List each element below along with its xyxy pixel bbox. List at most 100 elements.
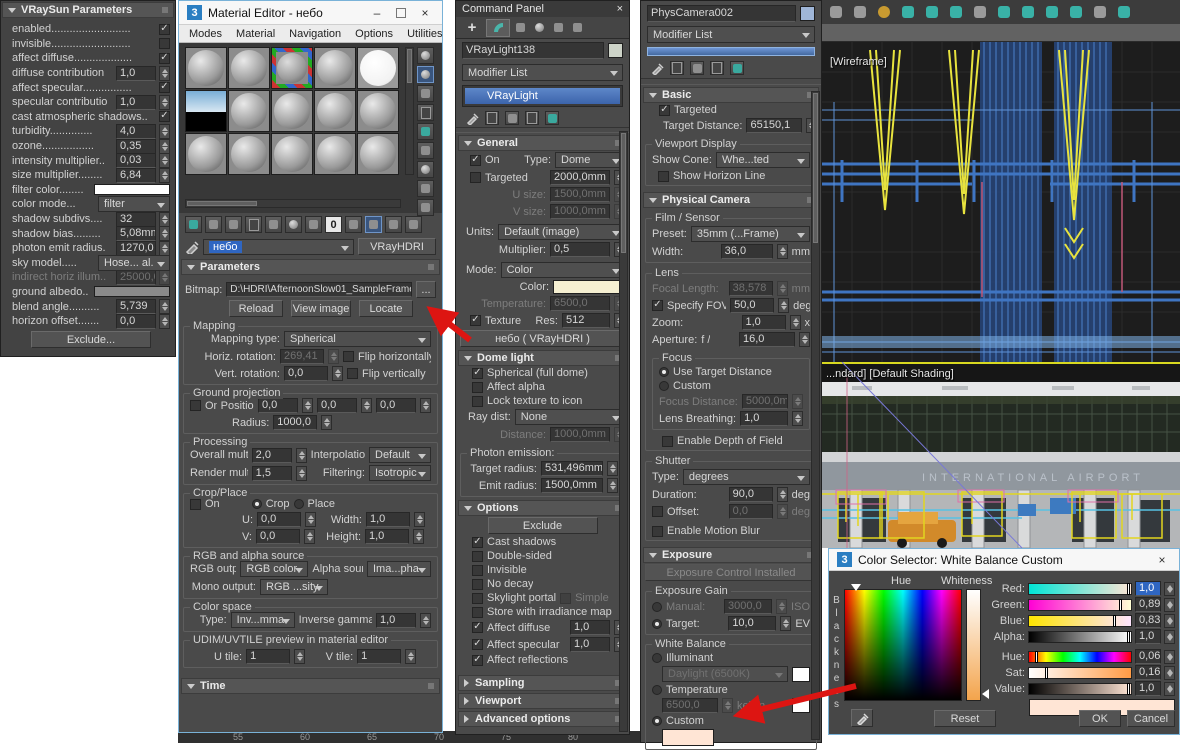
go-to-parent-icon[interactable]	[385, 216, 402, 233]
height-field[interactable]: 1,0	[365, 529, 409, 544]
spinner[interactable]	[414, 512, 425, 527]
viewport-region[interactable]: [Wireframe] INTERNATIONAL AIRPORT	[822, 0, 1180, 548]
mapping-type-dropdown[interactable]: Spherical	[284, 331, 431, 347]
target-length-field[interactable]: 2000,0mm	[550, 170, 610, 185]
affect-diffuse-checkbox[interactable]	[472, 622, 483, 633]
make-preview-icon[interactable]	[417, 142, 434, 159]
spinner[interactable]	[607, 461, 618, 476]
manual-radio[interactable]	[652, 602, 662, 612]
ok-button[interactable]: OK	[1079, 710, 1121, 727]
cancel-button[interactable]: Cancel	[1127, 710, 1175, 727]
physcamera-scrollbar[interactable]	[811, 91, 820, 740]
show-end-result-stack-icon[interactable]	[485, 111, 499, 125]
modify-tab[interactable]	[486, 19, 510, 37]
whiteness-bar[interactable]	[966, 589, 981, 701]
affect-specular-checkbox[interactable]	[472, 639, 483, 650]
close-icon[interactable]: ×	[617, 3, 623, 15]
spinner[interactable]	[790, 315, 801, 330]
create-tab[interactable]: +	[460, 19, 484, 37]
spherical-checkbox[interactable]	[472, 368, 483, 379]
preset-dropdown[interactable]: 35mm (...Frame)	[691, 226, 810, 242]
light-icon[interactable]	[922, 2, 942, 22]
alpha-slider[interactable]	[1028, 631, 1132, 643]
spinner[interactable]	[159, 153, 170, 168]
spinner[interactable]	[305, 512, 316, 527]
utilities-tab[interactable]	[569, 19, 586, 36]
red-slider[interactable]	[1028, 583, 1132, 595]
temperature-radio[interactable]	[652, 685, 662, 695]
main-toolbar-icon[interactable]	[874, 2, 894, 22]
shutter-type-dropdown[interactable]: degrees	[683, 469, 810, 485]
value-slider[interactable]	[1028, 683, 1132, 695]
camera-modifier-list-dropdown[interactable]: Modifier List	[647, 26, 815, 43]
spinner[interactable]	[1164, 582, 1175, 596]
lock-texture-checkbox[interactable]	[472, 396, 483, 407]
menu-navigation[interactable]: Navigation	[289, 28, 341, 40]
illuminant-radio[interactable]	[652, 653, 662, 663]
viewport-label-shaded[interactable]: ...ndard] [Default Shading]	[826, 368, 954, 380]
specify-fov-checkbox[interactable]	[652, 300, 663, 311]
res-field[interactable]: 512	[562, 313, 610, 328]
affect-reflections-checkbox[interactable]	[472, 655, 483, 666]
spinner[interactable]	[1164, 682, 1175, 696]
alpha-source-dropdown[interactable]: Ima...pha	[367, 561, 431, 577]
menu-options[interactable]: Options	[355, 28, 393, 40]
spinner[interactable]	[405, 649, 416, 664]
blend-angle-field[interactable]: 5,739	[116, 299, 156, 314]
backlight-icon[interactable]	[417, 66, 434, 83]
green-value-field[interactable]: 0,899	[1135, 597, 1161, 612]
spinner[interactable]	[1164, 650, 1175, 664]
background-checker-icon[interactable]	[417, 85, 434, 102]
camera-icon[interactable]	[946, 2, 966, 22]
target-radio[interactable]	[652, 619, 662, 629]
spinner[interactable]	[159, 299, 170, 314]
main-toolbar-icon[interactable]	[826, 2, 846, 22]
double-sided-checkbox[interactable]	[472, 551, 483, 562]
place-radio[interactable]	[294, 499, 304, 509]
show-map-in-viewport-icon[interactable]: 0	[325, 216, 342, 233]
spinner[interactable]	[799, 332, 810, 347]
diffuse-contribution-field[interactable]: 1,0	[116, 66, 156, 81]
spinner[interactable]	[159, 168, 170, 183]
specular-contribution-field[interactable]: 1,0	[116, 95, 156, 110]
spinner[interactable]	[1164, 614, 1175, 628]
spinner[interactable]	[159, 314, 170, 329]
light-on-checkbox[interactable]	[470, 155, 481, 166]
basic-rollout-header[interactable]: Basic	[643, 87, 819, 103]
parameters-rollout-header[interactable]: Parameters	[181, 259, 440, 275]
aperture-field[interactable]: 16,0	[739, 332, 795, 347]
photon-emit-radius-field[interactable]: 1270,0	[116, 241, 156, 256]
ozone-field[interactable]: 0,35	[116, 139, 156, 154]
material-slot[interactable]	[357, 47, 399, 89]
custom-focus-radio[interactable]	[659, 381, 669, 391]
zoom-field[interactable]: 1,0	[742, 315, 786, 330]
bitmap-browse-button[interactable]: ...	[416, 281, 436, 298]
show-background-icon[interactable]	[345, 216, 362, 233]
ground-on-checkbox[interactable]	[190, 400, 201, 411]
ray-dist-dropdown[interactable]: None	[515, 409, 625, 425]
width-field[interactable]: 1,0	[366, 512, 410, 527]
duration-field[interactable]: 90,0	[729, 487, 773, 502]
target-distance-field[interactable]: 65150,1	[746, 118, 802, 133]
material-slot[interactable]	[314, 133, 356, 175]
sky-model-dropdown[interactable]: Hose... al.	[98, 255, 170, 271]
select-by-material-icon[interactable]	[417, 180, 434, 197]
wireframe-viewport[interactable]	[822, 42, 1180, 362]
get-material-icon[interactable]	[185, 216, 202, 233]
close-button[interactable]: ×	[1153, 553, 1171, 567]
go-forward-sibling-icon[interactable]	[405, 216, 422, 233]
affect-diffuse-field[interactable]: 1,0	[570, 620, 610, 635]
physical-camera-rollout-header[interactable]: Physical Camera	[643, 192, 819, 208]
spinner[interactable]	[321, 415, 332, 430]
dome-light-rollout-header[interactable]: Dome light	[458, 350, 627, 366]
spinner[interactable]	[294, 649, 305, 664]
options-icon[interactable]	[417, 161, 434, 178]
material-map-navigator-icon[interactable]	[417, 199, 434, 216]
menu-modes[interactable]: Modes	[189, 28, 222, 40]
object-color-swatch[interactable]	[608, 43, 623, 58]
remove-modifier-icon[interactable]	[710, 61, 724, 75]
affect-specular-checkbox[interactable]	[159, 82, 170, 93]
multiplier-field[interactable]: 0,5	[550, 242, 610, 257]
spinner[interactable]	[159, 66, 170, 81]
show-horizon-checkbox[interactable]	[658, 171, 669, 182]
